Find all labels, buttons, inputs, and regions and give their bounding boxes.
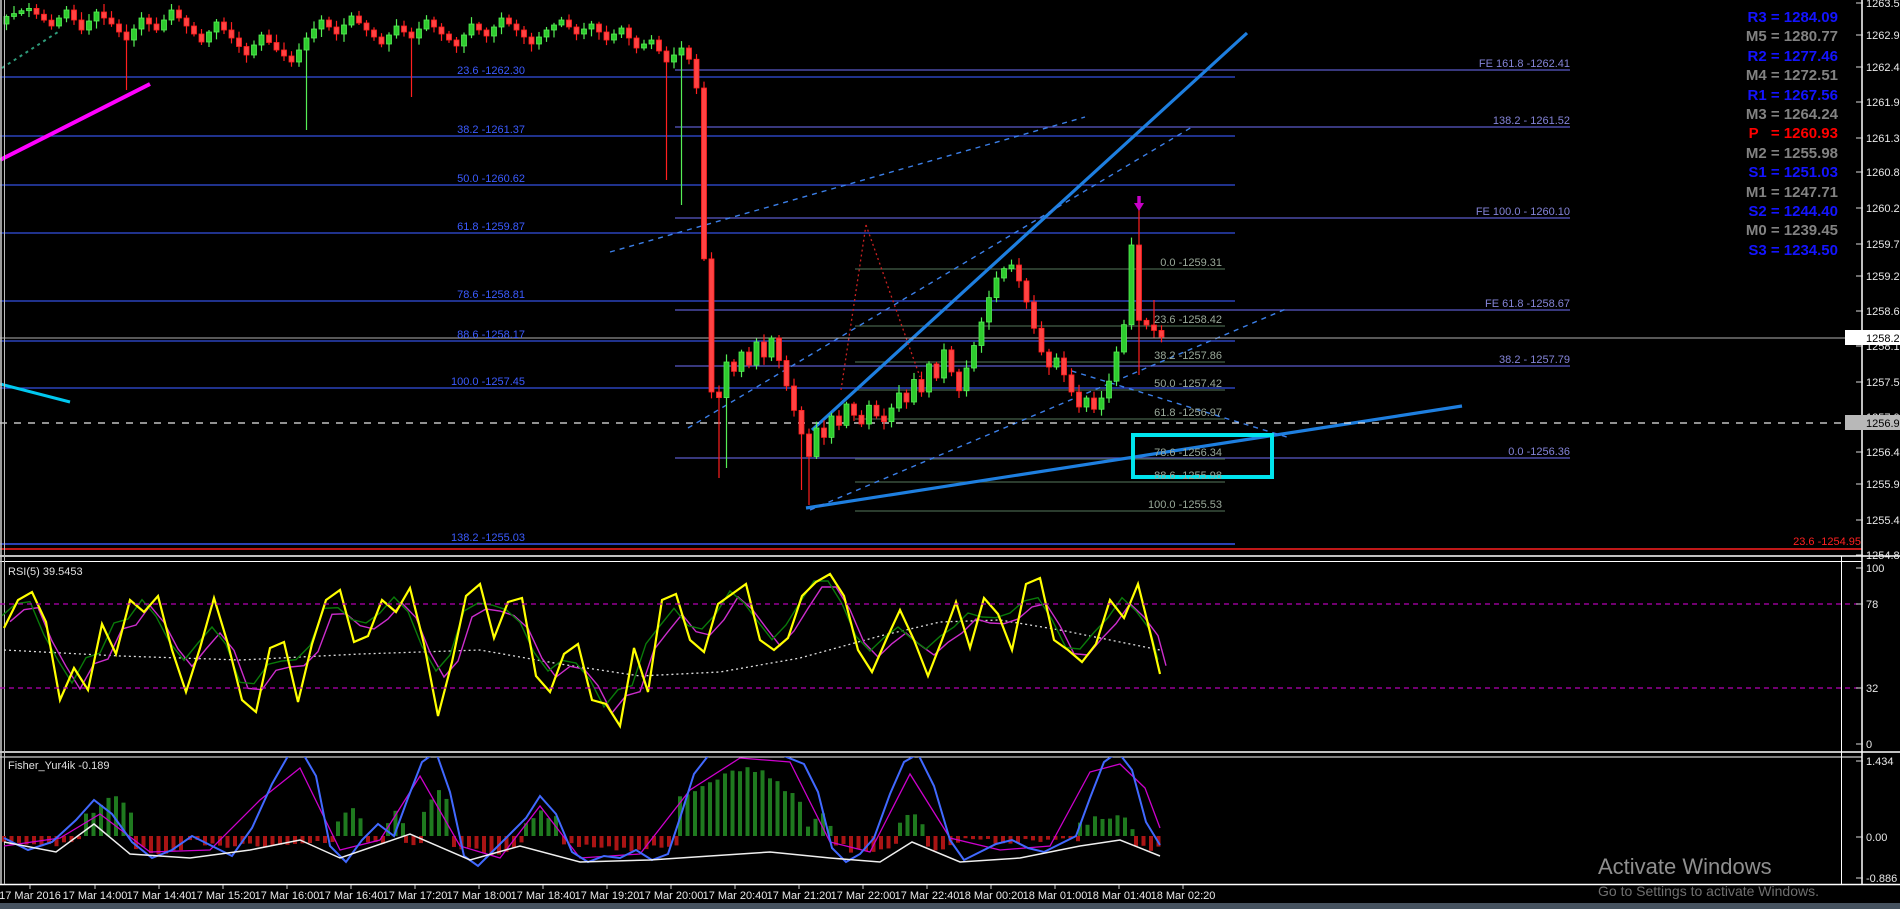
main-chart-area[interactable]	[0, 0, 1862, 556]
pivot-m5: M5 = 1280.77	[1745, 28, 1838, 46]
fisher-indicator-label: Fisher_Yur4ik -0.189	[8, 760, 110, 772]
fisher-panel-area[interactable]	[0, 757, 1862, 884]
pivot-s3: S3 = 1234.50	[1748, 241, 1838, 259]
pivot-m2: M2 = 1255.98	[1745, 144, 1838, 162]
pivot-r1: R1 = 1267.56	[1747, 86, 1839, 104]
pivot-p: P = 1260.93	[1748, 125, 1838, 143]
time-axis-area[interactable]	[0, 885, 1862, 903]
pivot-s1: S1 = 1251.03	[1748, 164, 1838, 182]
rsi-panel-area[interactable]	[0, 562, 1862, 752]
pivot-r3: R3 = 1284.09	[1747, 9, 1839, 26]
pivot-m0: M0 = 1239.45	[1745, 222, 1838, 240]
window-bottom-strip	[0, 903, 1900, 909]
trading-app-window: 23.6 -1262.3038.2 -1261.3750.0 -1260.626…	[0, 0, 1900, 909]
chart-svg: 23.6 -1262.3038.2 -1261.3750.0 -1260.626…	[0, 0, 1900, 909]
pivot-s2: S2 = 1244.40	[1748, 203, 1838, 221]
pivot-m4: M4 = 1272.51	[1745, 67, 1838, 85]
activate-windows-subtext: Go to Settings to activate Windows.	[1598, 883, 1819, 899]
pivot-r2: R2 = 1277.46	[1747, 47, 1839, 65]
pivot-m1: M1 = 1247.71	[1745, 183, 1838, 201]
pivot-levels-panel: R3 = 1284.09 M5 = 1280.77 R2 = 1277.46 M…	[1746, 8, 1838, 260]
pivot-m3: M3 = 1264.24	[1745, 106, 1838, 124]
activate-windows-watermark: Activate Windows	[1598, 854, 1772, 879]
rsi-indicator-label: RSI(5) 39.5453	[8, 566, 83, 578]
price-axis-area[interactable]	[1862, 0, 1900, 884]
